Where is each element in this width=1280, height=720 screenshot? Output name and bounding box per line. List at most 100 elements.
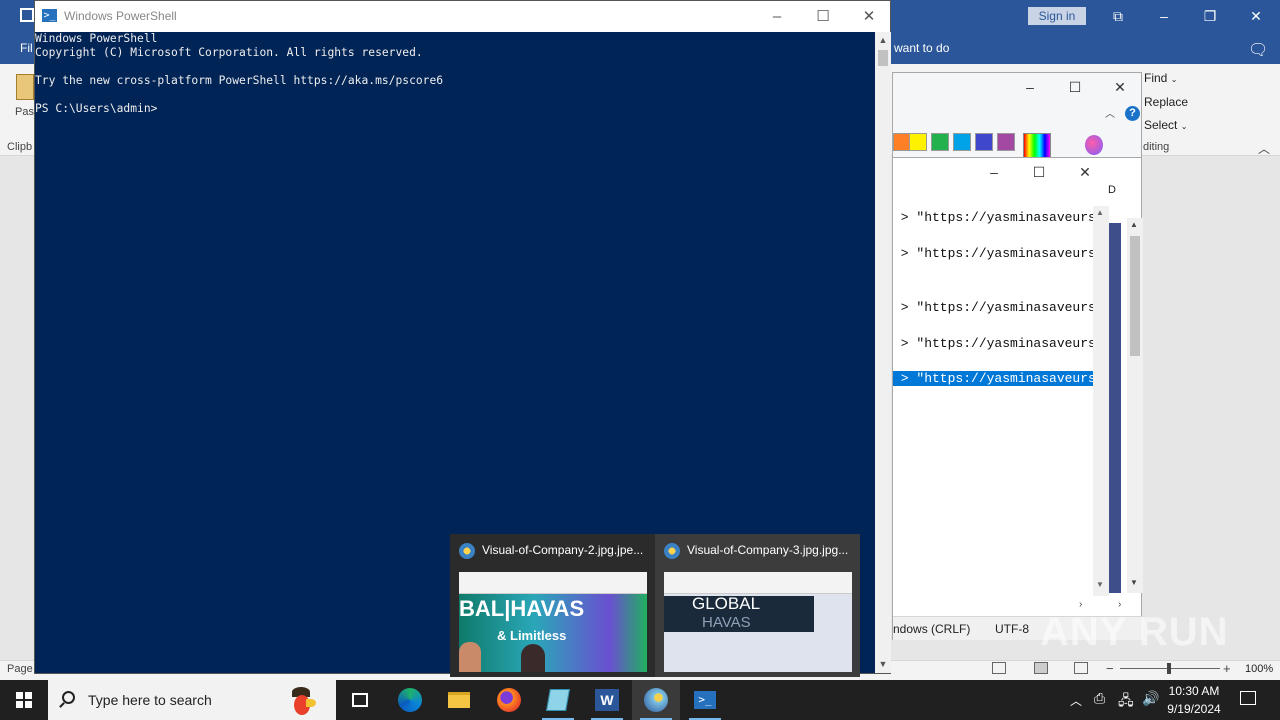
word-minimize-button[interactable]: – (1144, 4, 1184, 28)
notepad-line[interactable]: > "https://yasminasaveurs (893, 210, 1096, 225)
notepad-line-text: "https://yasminasaveurs (916, 371, 1096, 386)
paint-3d-icon[interactable] (1085, 135, 1103, 155)
scroll-down-icon[interactable]: ▼ (1130, 578, 1138, 587)
notepad-window: – ☐ ✕ D > "https://yasminasaveurs > "htt… (892, 157, 1143, 640)
paint-close-button[interactable]: ✕ (1100, 73, 1140, 101)
notepad-line-text: "https://yasminasaveurs (916, 210, 1096, 225)
word-sign-in-button[interactable]: Sign in (1028, 7, 1086, 25)
color-swatch-turquoise[interactable] (953, 133, 971, 151)
preview-toolbar (459, 572, 647, 594)
thumbnail-paint-1[interactable]: Visual-of-Company-2.jpg.jpe... BAL|HAVAS… (450, 534, 655, 677)
preview-text: HAVAS (702, 614, 751, 631)
notepad-minimize-button[interactable]: – (974, 158, 1014, 186)
color-swatch-green[interactable] (931, 133, 949, 151)
network-icon[interactable]: 🖧 (1118, 690, 1134, 714)
word-select-button[interactable]: Select ⌄ (1144, 118, 1187, 132)
word-replace-button[interactable]: Replace (1144, 95, 1188, 109)
start-button[interactable] (0, 680, 48, 720)
notepad-line[interactable]: > "https://yasminasaveurs (893, 246, 1096, 261)
scroll-up-icon[interactable]: ▲ (1130, 220, 1138, 229)
paint-minimize-button[interactable]: – (1010, 73, 1050, 101)
notepad-icon (546, 689, 570, 711)
notepad-line-prefix: > (893, 210, 917, 225)
word-paste-label[interactable]: Pas (15, 106, 34, 118)
powershell-title-bar[interactable]: >_ Windows PowerShell – ☐ ✕ (35, 1, 890, 32)
notepad-line[interactable]: > "https://yasminasaveurs (893, 300, 1096, 315)
volume-icon[interactable]: 🔊 (1142, 690, 1159, 707)
notification-center-icon[interactable] (1236, 688, 1260, 710)
read-mode-icon[interactable] (992, 662, 1006, 674)
notepad-vertical-scrollbar[interactable]: ▲ ▼ (1093, 206, 1109, 596)
zoom-slider-thumb[interactable] (1167, 663, 1171, 674)
scroll-up-icon[interactable]: ▲ (1096, 208, 1104, 217)
scroll-down-icon[interactable]: ▼ (875, 656, 891, 672)
taskbar-file-explorer[interactable] (435, 680, 483, 720)
scrollbar-thumb[interactable] (1130, 236, 1140, 356)
zoom-in-icon[interactable]: + (1223, 661, 1231, 676)
word-file-tab[interactable]: Fil (20, 41, 33, 55)
thumbnail-preview: BAL|HAVAS & Limitless (459, 572, 647, 672)
taskbar-notepad[interactable] (534, 680, 582, 720)
color-swatch-purple[interactable] (997, 133, 1015, 151)
powershell-scrollbar[interactable]: ▲ ▼ (875, 32, 891, 673)
preview-text: BAL|HAVAS (459, 596, 585, 621)
edit-colors-icon[interactable] (1023, 133, 1051, 159)
word-tell-me-box[interactable]: want to do (894, 41, 949, 55)
taskbar-thumbnail-popup: Visual-of-Company-2.jpg.jpe... BAL|HAVAS… (450, 534, 860, 677)
taskbar-powershell[interactable]: >_ (681, 680, 729, 720)
word-restore-button[interactable]: ❐ (1190, 4, 1230, 28)
powershell-maximize-button[interactable]: ☐ (800, 3, 846, 31)
word-paste-icon[interactable] (16, 74, 34, 100)
powershell-close-button[interactable]: ✕ (846, 3, 892, 31)
color-swatch-yellow[interactable] (909, 133, 927, 151)
word-save-icon[interactable] (20, 8, 34, 22)
background-image-strip (1109, 223, 1121, 593)
web-layout-icon[interactable] (1074, 662, 1088, 674)
collapse-ribbon-icon[interactable]: ︿ (1258, 140, 1270, 157)
clock-time[interactable]: 10:30 AM (1162, 684, 1226, 698)
clock-date[interactable]: 9/19/2024 (1162, 702, 1226, 716)
taskbar-firefox[interactable] (485, 680, 533, 720)
word-close-button[interactable]: ✕ (1236, 4, 1276, 28)
console-prompt[interactable]: PS C:\Users\admin> (35, 102, 875, 116)
taskbar-edge[interactable] (386, 680, 434, 720)
zoom-out-icon[interactable]: − (1106, 661, 1114, 676)
zoom-level[interactable]: 100% (1245, 663, 1273, 675)
search-placeholder: Type here to search (88, 692, 212, 708)
word-status-page[interactable]: Page (7, 663, 33, 675)
word-comment-icon[interactable]: 🗨 (1248, 40, 1268, 60)
paint-maximize-button[interactable]: ☐ (1055, 73, 1095, 101)
powershell-minimize-button[interactable]: – (754, 3, 800, 31)
notepad-line-selected[interactable]: > "https://yasminasaveurs (893, 371, 1096, 386)
task-view-button[interactable] (336, 680, 384, 720)
scrollbar-thumb[interactable] (878, 50, 888, 66)
outer-vertical-scrollbar[interactable]: ▲ ▼ (1127, 218, 1143, 593)
taskbar-word[interactable]: W (583, 680, 631, 720)
notepad-close-button[interactable]: ✕ (1065, 158, 1105, 186)
word-find-button[interactable]: Find ⌄ (1144, 71, 1177, 85)
notepad-line-prefix: > (893, 246, 917, 261)
word-select-label: Select (1144, 118, 1178, 132)
notification-icon-shape (1240, 691, 1256, 705)
network-tray-icon[interactable]: ⎙ (1094, 690, 1105, 707)
show-hidden-icons-chevron[interactable]: ︿ (1070, 692, 1082, 709)
console-line: Try the new cross-platform PowerShell ht… (35, 74, 444, 87)
print-layout-icon[interactable] (1034, 662, 1048, 674)
preview-text: GLOBAL (692, 594, 761, 613)
word-ribbon-display-icon[interactable]: ⧉ (1098, 4, 1138, 28)
scroll-right-icon[interactable]: › (1118, 599, 1121, 610)
taskbar-paint[interactable] (632, 680, 680, 720)
word-right-scrollbar[interactable] (1143, 156, 1280, 660)
taskbar-search-box[interactable]: Type here to search (48, 680, 336, 720)
color-swatch-indigo[interactable] (975, 133, 993, 151)
notepad-line[interactable]: > "https://yasminasaveurs (893, 336, 1096, 351)
console-line: Windows PowerShell (35, 32, 158, 45)
notepad-maximize-button[interactable]: ☐ (1019, 158, 1059, 186)
word-clipboard-group-label: Clipb (7, 141, 33, 153)
scroll-down-icon[interactable]: ▼ (1096, 580, 1104, 589)
help-icon[interactable]: ? (1125, 106, 1140, 121)
scroll-up-icon[interactable]: ▲ (875, 32, 891, 48)
paint-collapse-icon[interactable]: ︿ (1105, 105, 1115, 120)
scroll-right-icon[interactable]: › (1079, 599, 1082, 610)
thumbnail-paint-2[interactable]: Visual-of-Company-3.jpg.jpg... GLOBAL HA… (655, 534, 860, 677)
